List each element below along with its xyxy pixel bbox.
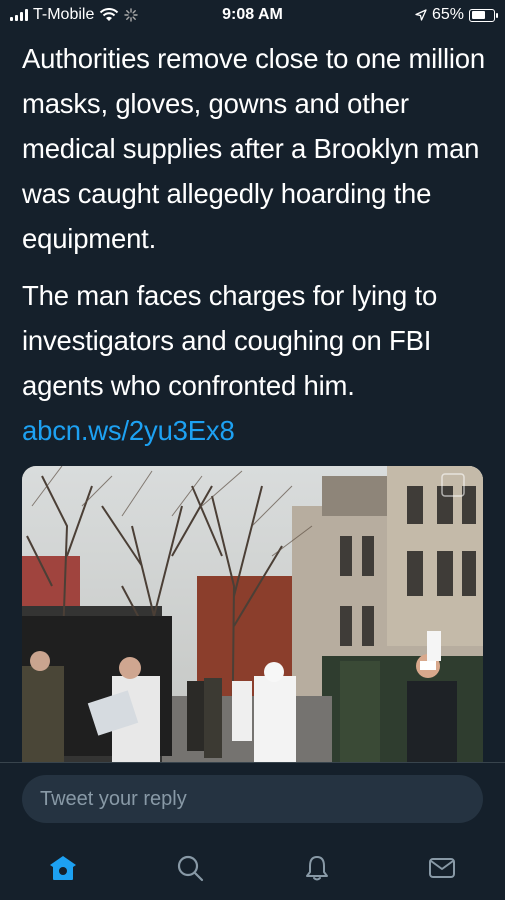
home-icon [50, 856, 76, 880]
tab-search[interactable] [172, 850, 208, 886]
tab-messages[interactable] [424, 850, 460, 886]
battery-icon [469, 8, 498, 22]
tweet-paragraph-2-text: The man faces charges for lying to inves… [22, 280, 438, 401]
tab-notifications[interactable] [299, 850, 335, 886]
search-icon [177, 855, 204, 882]
mail-icon [429, 858, 455, 878]
tweet-paragraph-2: The man faces charges for lying to inves… [22, 273, 492, 453]
status-bar: T-Mobile 9:08 AM 65% [0, 0, 505, 30]
tweet-paragraph-1: Authorities remove close to one million … [22, 43, 485, 254]
street-scene-image [22, 466, 483, 766]
battery-percent: 65% [431, 6, 464, 23]
tweet-link[interactable]: abcn.ws/2yu3Ex8 [22, 415, 235, 446]
status-right: 65% [415, 6, 498, 24]
reply-bar [0, 762, 505, 834]
tweet-video-thumbnail[interactable] [22, 466, 483, 766]
bell-icon [306, 856, 328, 881]
bottom-tab-bar [0, 834, 505, 900]
location-arrow-icon [415, 9, 427, 21]
tweet-body: Authorities remove close to one million … [22, 36, 492, 465]
tab-home[interactable] [45, 850, 81, 886]
reply-input[interactable] [22, 775, 483, 823]
